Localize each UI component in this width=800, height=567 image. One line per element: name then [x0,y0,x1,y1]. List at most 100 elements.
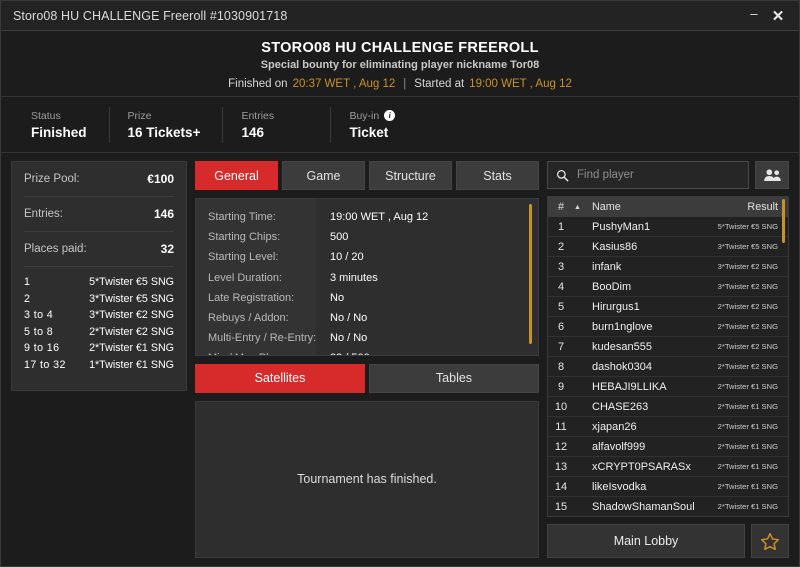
tab-satellites[interactable]: Satellites [195,363,365,393]
places-paid-row: Places paid: 32 [24,232,174,267]
player-name: Hirurgus1 [592,300,640,313]
tab-game[interactable]: Game [282,161,365,190]
table-row[interactable]: 3 infank 3*Twister €2 SNG [548,257,788,277]
player-rank: 8 [557,360,565,373]
table-row[interactable]: 10 CHASE263 2*Twister €1 SNG [548,397,788,417]
payout-prize: 3*Twister €2 SNG [89,309,174,321]
close-button[interactable]: ✕ [767,5,789,27]
info-icon[interactable]: i [384,110,396,121]
general-label-rebuys-addon: Rebuys / Addon: [208,312,289,325]
lobby-body: Prize Pool: €100 Entries: 146 Places pai… [1,153,799,566]
table-row[interactable]: 7 kudesan555 2*Twister €2 SNG [548,337,788,357]
table-row[interactable]: 1 PushyMan1 5*Twister €5 SNG [548,217,788,237]
tab-tables[interactable]: Tables [369,363,539,393]
general-label-min-max-players: Min / Max Players: [208,348,316,354]
column-header-name[interactable]: Name [588,201,698,213]
player-result: 5*Twister €5 SNG [717,222,778,231]
stat-buyin-label-row: Buy-in i [349,109,396,122]
player-rank: 3 [557,260,565,273]
column-header-result[interactable]: Result [698,201,778,213]
favorite-button[interactable] [751,524,789,558]
column-header-rank[interactable]: # [548,201,574,213]
status-strip: Status Finished Prize 16 Tickets+ Entrie… [1,97,799,153]
tournament-timeline: Finished on 20:37 WET , Aug 12 | Started… [228,78,572,90]
player-result: 3*Twister €2 SNG [717,282,778,291]
player-result: 2*Twister €2 SNG [717,322,778,331]
sort-ascending-icon[interactable]: ▲ [574,204,588,211]
general-scrollbar-thumb[interactable] [529,204,532,344]
players-column: # ▲ Name Result 1 PushyMan1 5*Twister €5… [547,161,789,558]
search-box[interactable] [547,161,749,189]
payout-prize: 2*Twister €1 SNG [89,342,174,354]
stat-entries-value: 146 [241,124,264,140]
table-row[interactable]: 4 BooDim 3*Twister €2 SNG [548,277,788,297]
general-label-late-registration: Late Registration: [208,291,295,304]
players-scrollbar-track[interactable] [782,199,785,514]
details-tabbar: General Game Structure Stats [195,161,539,190]
payout-place: 9 to 16 [24,342,60,354]
window-title: Storo08 HU CHALLENGE Freeroll #103090171… [13,8,288,23]
entries-row: Entries: 146 [24,197,174,232]
table-row[interactable]: 11 xjapan26 2*Twister €1 SNG [548,417,788,437]
table-row[interactable]: 9 HEBAJI9LLIKA 2*Twister €1 SNG [548,377,788,397]
payout-prize: 3*Twister €5 SNG [89,292,174,305]
table-row[interactable]: 8 dashok0304 2*Twister €2 SNG [548,357,788,377]
general-label-multientry-reentry: Multi-Entry / Re-Entry: [208,332,317,345]
stat-status-label: Status [31,109,61,122]
stat-buyin: Buy-in i Ticket [330,106,417,143]
tournament-subtitle: Special bounty for eliminating player ni… [260,58,540,71]
table-row[interactable]: 13 xCRYPT0PSARASx 2*Twister €1 SNG [548,457,788,477]
players-list-toggle-button[interactable] [755,161,789,189]
tab-structure[interactable]: Structure [369,161,452,190]
general-value-starting-level: 10 / 20 [330,251,364,264]
table-row[interactable]: 14 likeIsvodka 2*Twister €1 SNG [548,477,788,497]
stat-buyin-label: Buy-in [349,109,380,122]
player-rank: 13 [554,460,568,473]
player-rank: 5 [557,300,565,313]
general-label-starting-level: Starting Level: [208,251,279,264]
tab-general[interactable]: General [195,161,278,190]
general-label-level-duration: Level Duration: [208,271,282,284]
satellites-tabbar: Satellites Tables [195,363,539,393]
prize-pool-panel: Prize Pool: €100 Entries: 146 Places pai… [11,161,187,391]
satellites-panel: Tournament has finished. [195,400,539,558]
timeline-divider: | [403,77,407,90]
player-result: 3*Twister €2 SNG [717,262,778,271]
payout-place: 5 to 8 [24,325,54,338]
player-result: 2*Twister €1 SNG [717,402,778,411]
general-value-level-duration: 3 minutes [330,271,378,284]
table-row[interactable]: 5 Hirurgus1 2*Twister €2 SNG [548,297,788,317]
general-panel: Starting Time: Starting Chips: Starting … [195,198,539,356]
places-paid-label: Places paid: [24,243,87,255]
player-name: alfavolf999 [592,440,646,453]
player-result: 2*Twister €2 SNG [717,342,778,351]
general-label-starting-time: Starting Time: [208,211,276,223]
table-row[interactable]: 2 Kasius86 3*Twister €5 SNG [548,237,788,257]
finished-label: Finished on [228,77,288,90]
tab-stats[interactable]: Stats [456,161,539,190]
players-table-header: # ▲ Name Result [548,197,788,217]
table-row[interactable]: 15 ShadowShamanSoul 2*Twister €1 SNG [548,497,788,516]
general-value-min-max-players: 33 / 500 [330,348,538,354]
player-search-row [547,161,789,189]
tournament-header: STORO08 HU CHALLENGE FREEROLL Special bo… [1,31,799,97]
search-input[interactable] [577,169,740,181]
star-icon [760,532,780,550]
player-name: infank [592,260,622,273]
table-row[interactable]: 6 burn1nglove 2*Twister €2 SNG [548,317,788,337]
minimize-button[interactable]: – [743,5,765,27]
players-scrollbar-thumb[interactable] [782,199,785,244]
payout-place: 1 [24,276,31,288]
general-scrollbar-track[interactable] [529,204,532,350]
prize-pool-label: Prize Pool: [24,173,80,185]
player-name: CHASE263 [592,400,649,413]
stat-status-value: Finished [31,124,87,140]
table-row[interactable]: 12 alfavolf999 2*Twister €1 SNG [548,437,788,457]
entries-value: 146 [153,207,174,221]
main-lobby-button[interactable]: Main Lobby [547,524,745,558]
player-rank: 9 [557,380,565,393]
player-result: 2*Twister €2 SNG [717,362,778,371]
player-result: 2*Twister €1 SNG [717,422,778,431]
player-result: 2*Twister €2 SNG [717,302,778,311]
general-value-rebuys-addon: No / No [330,312,368,325]
